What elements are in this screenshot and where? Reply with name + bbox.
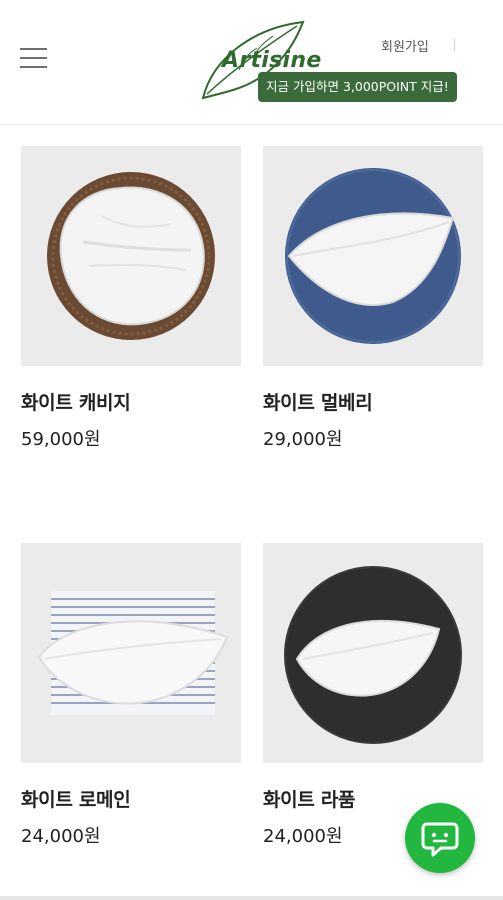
header: Artisine 회원가입 지금 가입하면 3,000POINT 지급!	[0, 0, 503, 124]
product-image[interactable]	[21, 543, 241, 763]
mulberry-plate-image	[285, 168, 461, 344]
romaine-plate-image	[37, 591, 229, 715]
logo-text[interactable]: Artisine	[222, 48, 322, 73]
product-price: 59,000원	[21, 429, 101, 450]
product-card[interactable]: 화이트 로메인 24,000원	[21, 543, 241, 848]
product-name[interactable]: 화이트 로메인	[21, 785, 241, 812]
product-image[interactable]	[263, 146, 483, 366]
product-image[interactable]	[21, 146, 241, 366]
header-divider	[454, 39, 455, 51]
product-card[interactable]: 화이트 멀베리 29,000원	[263, 146, 483, 451]
product-card[interactable]: 화이트 캐비지 59,000원	[21, 146, 241, 451]
hamburger-menu-icon[interactable]	[20, 48, 47, 70]
cabbage-plate-image	[47, 172, 215, 340]
promo-tooltip: 지금 가입하면 3,000POINT 지급!	[258, 72, 457, 102]
bottom-border	[0, 896, 503, 900]
product-name[interactable]: 화이트 캐비지	[21, 388, 241, 415]
product-image[interactable]	[263, 543, 483, 763]
product-price: 29,000원	[263, 429, 343, 450]
join-link[interactable]: 회원가입	[381, 36, 429, 55]
chat-bubble-icon	[421, 822, 459, 857]
product-price: 24,000원	[21, 826, 101, 847]
header-divider-line	[0, 124, 503, 125]
product-name[interactable]: 화이트 멀베리	[263, 388, 483, 415]
chat-button[interactable]	[405, 803, 475, 873]
lapum-plate-image	[284, 566, 462, 744]
